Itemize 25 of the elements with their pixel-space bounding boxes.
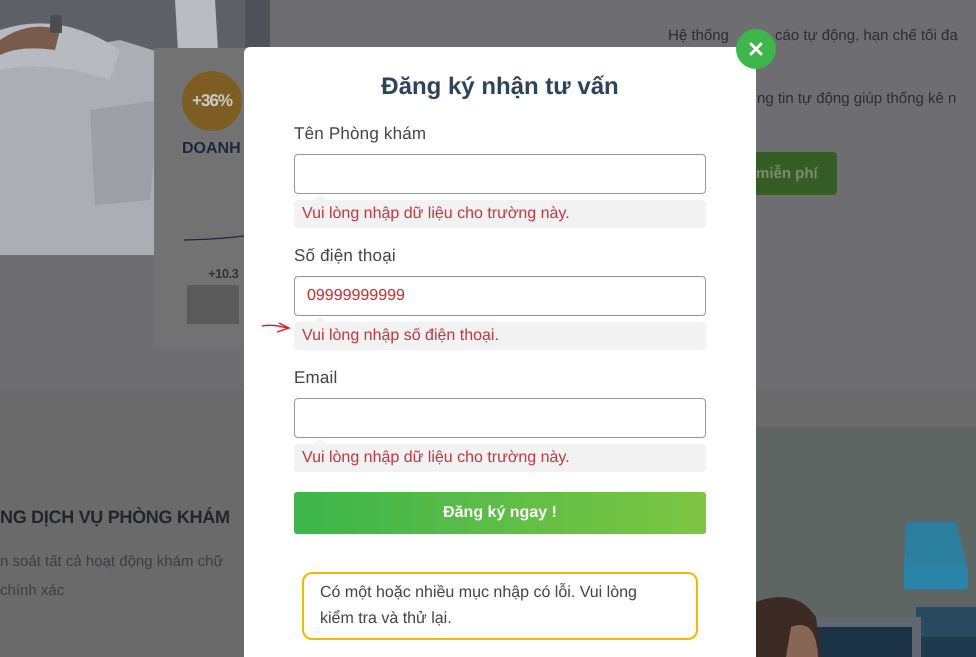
field-label: Tên Phòng khám bbox=[294, 123, 428, 145]
field-label: Số điện thoại bbox=[294, 245, 397, 267]
error-alert: Có một hoặc nhiều mục nhập có lỗi. Vui lòng kiểm tra và thử lại. bbox=[302, 572, 698, 640]
bar-label: +10.3 bbox=[208, 266, 238, 281]
error-message: Vui lòng nhập dữ liệu cho trường này. bbox=[294, 200, 706, 228]
trend-curve-icon bbox=[184, 233, 244, 243]
growth-badge: +36% bbox=[182, 71, 242, 131]
modal-title: Đăng ký nhận tư vấn bbox=[380, 72, 620, 102]
submit-button[interactable]: Đăng ký ngay ! bbox=[294, 492, 706, 534]
arrow-icon bbox=[261, 321, 291, 333]
free-trial-button[interactable]: miễn phí bbox=[756, 152, 837, 195]
feature-text: cáo tự động, hạn chế tối đa bbox=[775, 27, 958, 44]
input-field[interactable] bbox=[294, 398, 706, 438]
field-label: Email bbox=[294, 367, 339, 389]
card-title: DOANH bbox=[182, 140, 241, 158]
feature-text: Hệ thống bbox=[668, 27, 729, 44]
feature-text: ng tin tự động giúp thống kê n bbox=[757, 90, 956, 107]
error-message: Vui lòng nhập dữ liệu cho trường này. bbox=[294, 444, 706, 472]
input-field[interactable] bbox=[294, 154, 706, 194]
chart-bar bbox=[187, 285, 239, 324]
close-icon bbox=[749, 42, 763, 56]
close-button[interactable] bbox=[736, 29, 776, 69]
input-field[interactable]: 09999999999 bbox=[294, 276, 706, 316]
error-message: Vui lòng nhập số điện thoại. bbox=[294, 322, 706, 350]
section-title: NG DỊCH VỤ PHÒNG KHÁM bbox=[0, 507, 230, 528]
